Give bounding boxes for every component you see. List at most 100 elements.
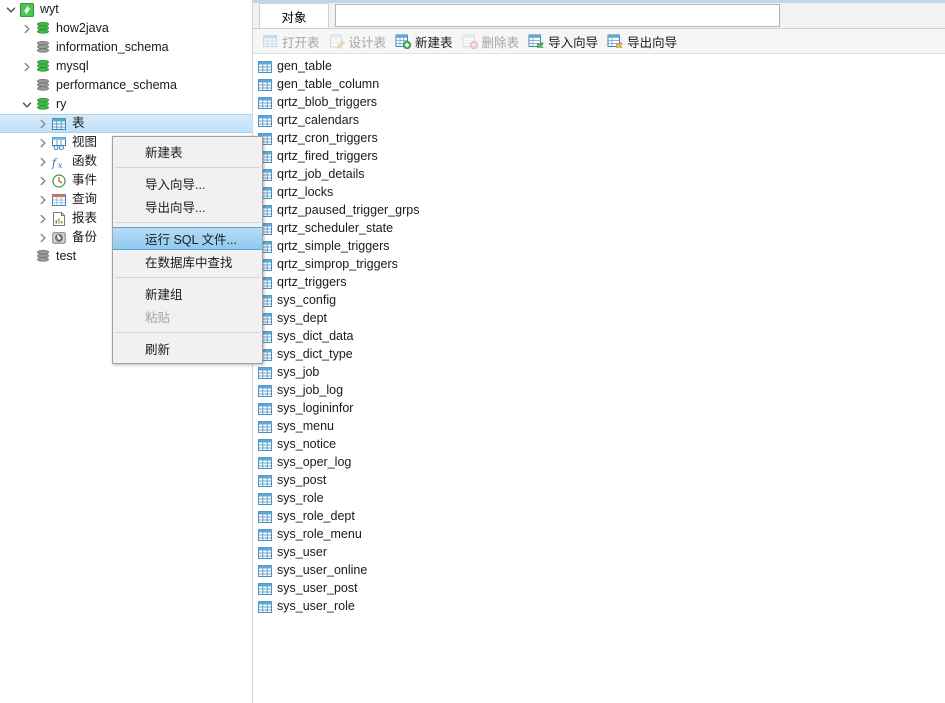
tree-item-mysql[interactable]: mysql: [0, 57, 252, 76]
list-table-icon: [256, 474, 273, 489]
table-list-item[interactable]: qrtz_calendars: [253, 112, 945, 130]
context-menu-item[interactable]: 导出向导...: [113, 195, 262, 218]
toolbar-button-import-wizard[interactable]: 导入向导: [525, 31, 604, 52]
tree-item-ry[interactable]: ry: [0, 95, 252, 114]
toolbar-button-new-table[interactable]: 新建表: [392, 31, 459, 52]
table-name: sys_role_menu: [277, 527, 362, 542]
chevron-right-icon[interactable]: [36, 171, 50, 190]
tree-item-label: 事件: [72, 172, 98, 187]
new-table-icon: [394, 33, 412, 49]
table-list-item[interactable]: qrtz_cron_triggers: [253, 130, 945, 148]
table-list-item[interactable]: qrtz_job_details: [253, 166, 945, 184]
table-list-item[interactable]: qrtz_scheduler_state: [253, 220, 945, 238]
database-green-icon: [34, 97, 52, 113]
tree-item-label: 备份: [72, 229, 98, 244]
design-table-icon: [328, 33, 346, 49]
table-list-item[interactable]: qrtz_locks: [253, 184, 945, 202]
table-list-item[interactable]: gen_table: [253, 58, 945, 76]
toolbar-button-delete-table: 删除表: [459, 31, 526, 52]
tree-item-wyt[interactable]: wyt: [0, 0, 252, 19]
context-menu-item[interactable]: 新建表: [113, 140, 262, 163]
context-menu-item[interactable]: 在数据库中查找: [113, 250, 262, 273]
toolbar-button-design-table: 设计表: [326, 31, 393, 52]
connection-icon: [18, 2, 36, 18]
tree-item-information_schema[interactable]: information_schema: [0, 38, 252, 57]
table-list-item[interactable]: qrtz_blob_triggers: [253, 94, 945, 112]
chevron-right-icon[interactable]: [36, 152, 50, 171]
context-menu-item[interactable]: 运行 SQL 文件...: [113, 227, 262, 250]
table-name: gen_table_column: [277, 77, 380, 92]
table-list-item[interactable]: qrtz_fired_triggers: [253, 148, 945, 166]
object-filter-input[interactable]: [335, 4, 780, 27]
table-list-item[interactable]: sys_post: [253, 472, 945, 490]
chevron-right-icon[interactable]: [36, 133, 50, 152]
table-list-item[interactable]: sys_config: [253, 292, 945, 310]
table-list-item[interactable]: qrtz_simprop_triggers: [253, 256, 945, 274]
toolbar-button-label: 打开表: [282, 35, 320, 50]
table-name: sys_config: [277, 293, 337, 308]
chevron-down-icon[interactable]: [4, 0, 18, 19]
table-list-item[interactable]: sys_user_online: [253, 562, 945, 580]
database-gray-icon: [34, 249, 52, 265]
table-list-item[interactable]: sys_role_menu: [253, 526, 945, 544]
table-name: sys_user: [277, 545, 328, 560]
table-list-item[interactable]: sys_oper_log: [253, 454, 945, 472]
function-fx-icon: fx: [50, 154, 68, 170]
table-list-item[interactable]: sys_notice: [253, 436, 945, 454]
context-menu-item[interactable]: 导入向导...: [113, 172, 262, 195]
table-list-item[interactable]: sys_role: [253, 490, 945, 508]
table-list-item[interactable]: sys_user_post: [253, 580, 945, 598]
table-list-item[interactable]: sys_menu: [253, 418, 945, 436]
chevron-down-icon[interactable]: [20, 95, 34, 114]
svg-text:f: f: [51, 156, 58, 169]
tree-item-表[interactable]: 表: [0, 114, 252, 133]
table-list-item[interactable]: qrtz_paused_trigger_grps: [253, 202, 945, 220]
chevron-right-icon[interactable]: [36, 209, 50, 228]
table-name: sys_oper_log: [277, 455, 352, 470]
toolbar-button-label: 导出向导: [627, 35, 678, 50]
table-list-item[interactable]: sys_user: [253, 544, 945, 562]
object-toolbar: 打开表 设计表 新建表 删除表 导入向导 导出向导: [253, 29, 945, 54]
toolbar-button-export-wizard[interactable]: 导出向导: [604, 31, 683, 52]
chevron-right-icon[interactable]: [20, 57, 34, 76]
table-name: qrtz_blob_triggers: [277, 95, 378, 110]
list-table-icon: [256, 384, 273, 399]
table-list-item[interactable]: sys_dept: [253, 310, 945, 328]
tab-objects[interactable]: 对象: [259, 3, 329, 28]
table-name: sys_menu: [277, 419, 334, 434]
tree-item-label: mysql: [56, 58, 89, 73]
list-table-icon: [256, 96, 273, 111]
table-list-item[interactable]: sys_logininfor: [253, 400, 945, 418]
object-list[interactable]: gen_table gen_table_column qrtz_blob_trigg…: [253, 55, 945, 703]
table-list-item[interactable]: sys_user_role: [253, 598, 945, 616]
table-list-item[interactable]: sys_dict_type: [253, 346, 945, 364]
navicat-window: wyt how2java information_schema mysql perfor…: [0, 0, 945, 703]
table-list-item[interactable]: sys_dict_data: [253, 328, 945, 346]
chevron-right-icon[interactable]: [36, 114, 50, 133]
table-name: qrtz_triggers: [277, 275, 347, 290]
context-menu-item[interactable]: 刷新: [113, 337, 262, 360]
table-list-item[interactable]: qrtz_simple_triggers: [253, 238, 945, 256]
tree-item-label: ry: [56, 96, 67, 111]
table-list-item[interactable]: qrtz_triggers: [253, 274, 945, 292]
table-list-item[interactable]: sys_job: [253, 364, 945, 382]
table-name: qrtz_paused_trigger_grps: [277, 203, 420, 218]
chevron-right-icon[interactable]: [36, 228, 50, 247]
tree-item-how2java[interactable]: how2java: [0, 19, 252, 38]
database-gray-icon: [34, 40, 52, 56]
table-list-item[interactable]: sys_job_log: [253, 382, 945, 400]
context-menu-item[interactable]: 新建组: [113, 282, 262, 305]
table-list-item[interactable]: sys_role_dept: [253, 508, 945, 526]
tree-context-menu[interactable]: 新建表 导入向导... 导出向导... 运行 SQL 文件... 在数据库中查找 新建组粘…: [112, 136, 263, 364]
table-name: gen_table: [277, 59, 332, 74]
table-name: sys_role: [277, 491, 324, 506]
table-name: sys_user_online: [277, 563, 368, 578]
chevron-right-icon[interactable]: [20, 19, 34, 38]
table-name: sys_job_log: [277, 383, 344, 398]
chevron-right-icon[interactable]: [36, 190, 50, 209]
table-name: qrtz_locks: [277, 185, 334, 200]
tree-item-performance_schema[interactable]: performance_schema: [0, 76, 252, 95]
table-list-item[interactable]: gen_table_column: [253, 76, 945, 94]
